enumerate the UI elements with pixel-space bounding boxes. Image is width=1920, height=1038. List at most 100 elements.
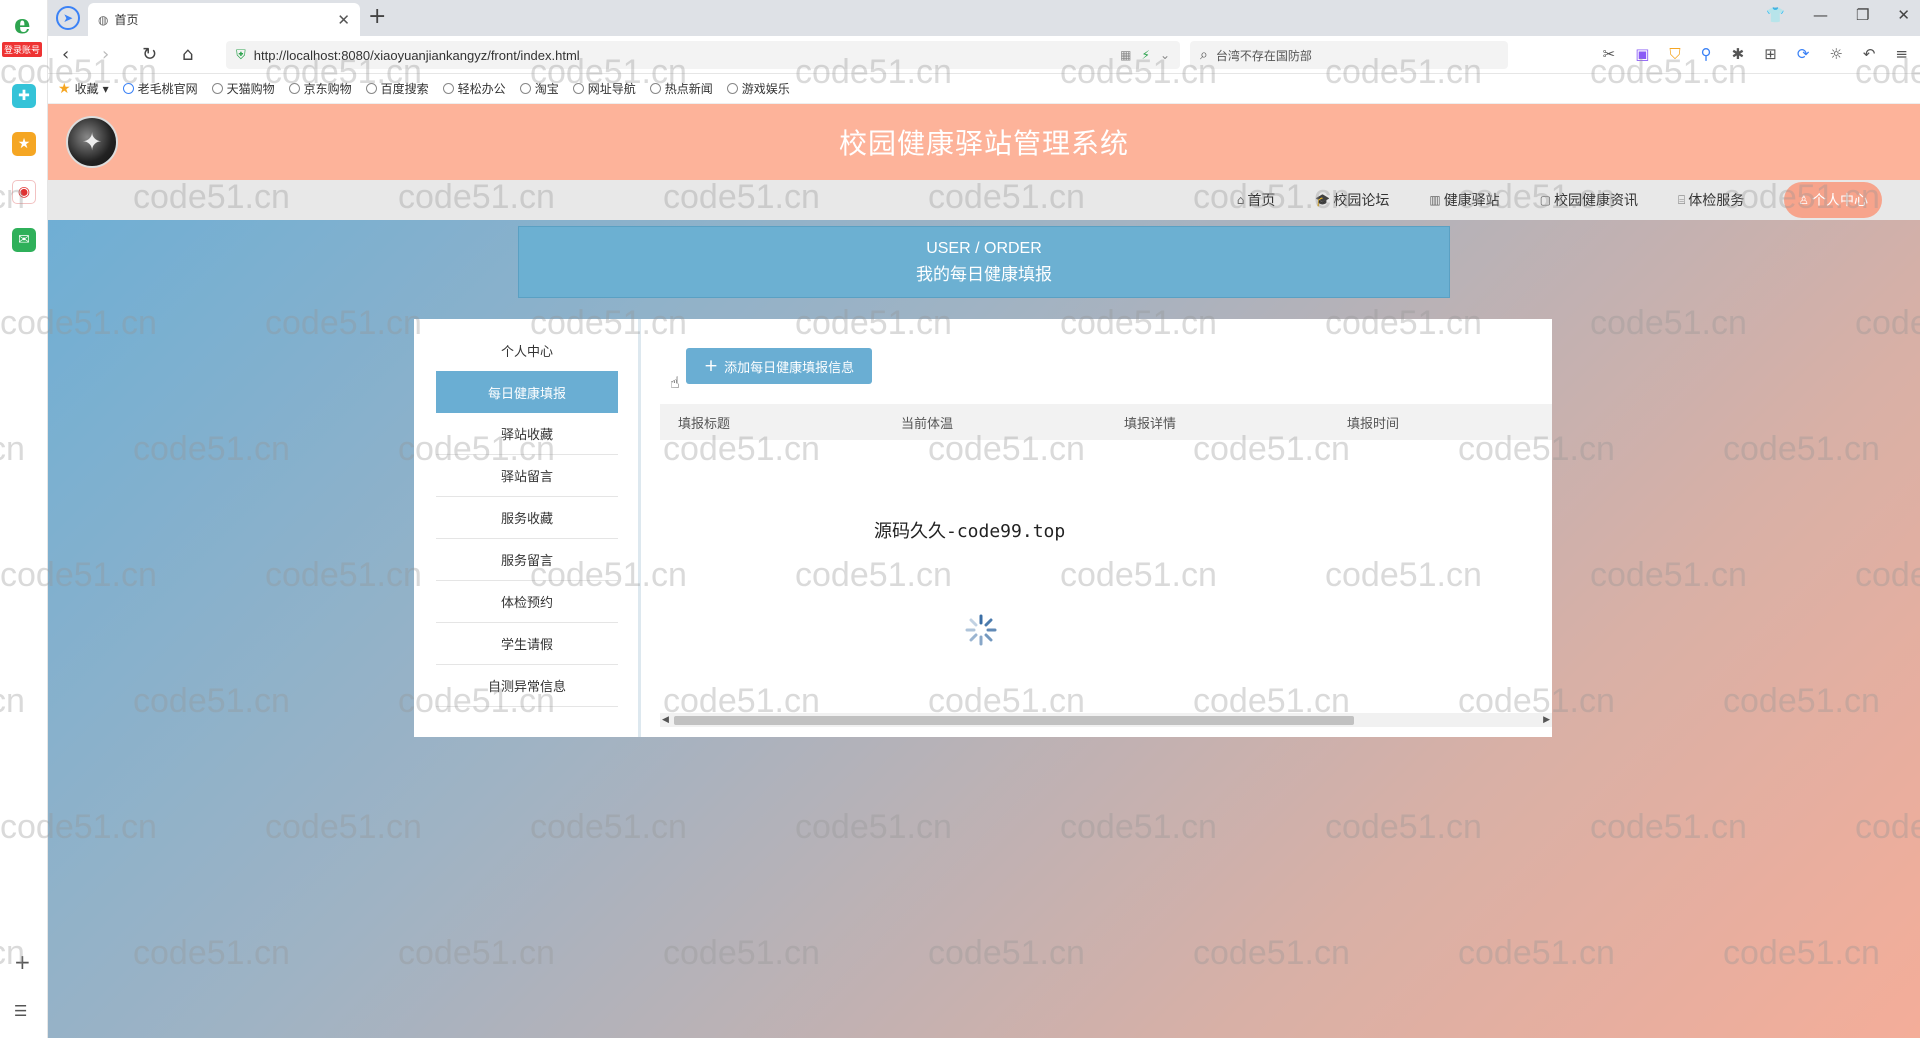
plus-app-icon[interactable]: ✚ [12, 84, 36, 108]
nav-label: 健康驿站 [1443, 193, 1500, 209]
restore-icon[interactable]: ❐ [1856, 6, 1869, 24]
sync-icon[interactable]: ⟳ [1797, 45, 1810, 63]
loading-spinner-icon [965, 614, 997, 646]
site-icon [288, 83, 300, 94]
search-icon: ⌕ [1200, 47, 1208, 63]
bookmark-item[interactable]: 热点新闻 [649, 80, 713, 97]
login-badge[interactable]: 登录账号 [2, 42, 43, 57]
nav-health-news[interactable]: ▢ 校园健康资讯 [1540, 190, 1638, 210]
bookmark-item[interactable]: 轻松办公 [442, 80, 506, 97]
horizontal-scrollbar[interactable]: ◀ ▶ [660, 713, 1552, 727]
nav-forum[interactable]: 🎓 校园论坛 [1315, 190, 1389, 210]
translate-icon[interactable]: ▣ [1635, 45, 1649, 63]
menu-student-leave[interactable]: 学生请假 [436, 623, 618, 665]
dropdown-chevron-icon[interactable]: ⌄ [1160, 48, 1170, 62]
navigation-icon[interactable]: ➤ [56, 6, 80, 30]
mail-icon[interactable]: ✉ [12, 228, 36, 252]
bookmark-item[interactable]: 游戏娱乐 [726, 80, 790, 97]
nav-home[interactable]: ⌂ 首页 [1237, 190, 1276, 210]
favorites-star-icon[interactable]: ★ [12, 132, 36, 156]
forward-icon[interactable]: › [102, 44, 109, 65]
nav-label: 首页 [1247, 193, 1276, 209]
add-icon[interactable]: + [14, 950, 31, 974]
scroll-right-icon[interactable]: ▶ [1543, 713, 1550, 727]
menu-personal-center[interactable]: 个人中心 [436, 329, 618, 371]
brightness-icon[interactable]: ☼ [1829, 45, 1842, 63]
tab-home[interactable]: ◍ 首页 ✕ [88, 3, 360, 36]
bookmark-label: 天猫购物 [226, 82, 275, 96]
new-tab-icon[interactable]: + [368, 4, 386, 29]
browser-logo[interactable]: e 登录账号 [2, 10, 44, 57]
web-page: 校园健康驿站管理系统 ✦ ⌂ 首页 🎓 校园论坛 ▥ 健康驿站 ▢ 校园健康资讯 ⌸ 体检… [48, 104, 1920, 1038]
lightning-icon[interactable]: ⚡ [1142, 48, 1150, 62]
shield-icon[interactable]: ⛉ [1669, 45, 1680, 63]
nav-label: 校园论坛 [1333, 193, 1390, 209]
close-tab-icon[interactable]: ✕ [337, 11, 350, 29]
bookmark-item[interactable]: 网址导航 [572, 80, 636, 97]
breadcrumb-en: USER / ORDER [926, 239, 1042, 257]
column-header: 当前体温 [901, 416, 954, 432]
bookmark-label: 淘宝 [534, 82, 559, 96]
hand-cursor-icon: ☝ [670, 373, 680, 392]
bookmark-item[interactable]: 老毛桃官网 [122, 80, 198, 97]
extensions-icon[interactable]: ✱ [1732, 45, 1745, 63]
globe-icon: ◍ [98, 12, 109, 27]
home-icon: ⌂ [1236, 193, 1245, 207]
search-field[interactable]: ⌕ 台湾不存在国防部 [1190, 41, 1508, 69]
nav-label: 校园健康资讯 [1554, 193, 1639, 209]
bookmark-item[interactable]: 淘宝 [519, 80, 559, 97]
bookmark-item[interactable]: 京东购物 [288, 80, 352, 97]
site-logo[interactable]: ✦ [66, 116, 118, 168]
overlay-text: 源码久久-code99.top [874, 521, 1066, 542]
bookmarks-bar: ★ 收藏 ▾ 老毛桃官网 天猫购物 京东购物 百度搜索 轻松办公 淘宝 网址导航 … [48, 74, 1920, 104]
menu-icon[interactable]: ≡ [1895, 45, 1908, 63]
news-icon: ▢ [1539, 193, 1552, 207]
menu-service-favorites[interactable]: 服务收藏 [436, 497, 618, 539]
close-window-icon[interactable]: ✕ [1897, 6, 1910, 24]
bookmark-label: 收藏 [74, 82, 99, 96]
bookmark-favorites[interactable]: ★ 收藏 ▾ [58, 80, 109, 97]
secure-shield-icon: ⛨ [236, 47, 246, 63]
site-icon [122, 83, 134, 94]
menu-list-icon[interactable]: ☰ [14, 1002, 27, 1020]
column-header: 填报标题 [678, 416, 731, 432]
page-title: 我的每日健康填报 [916, 264, 1052, 285]
window-controls: 👕 — ❐ ✕ [1766, 6, 1910, 24]
weibo-icon[interactable]: ◉ [12, 180, 36, 204]
qr-icon[interactable]: ▦ [1120, 48, 1131, 62]
main-panel: 个人中心 每日健康填报 驿站收藏 驿站留言 服务收藏 服务留言 体检预约 学生请… [414, 319, 1552, 737]
menu-self-test-abnormal[interactable]: 自测异常信息 [436, 665, 618, 707]
minimize-icon[interactable]: — [1813, 6, 1828, 24]
menu-station-favorites[interactable]: 驿站收藏 [436, 413, 618, 455]
url-field[interactable]: ⛨ http://localhost:8080/xiaoyuanjiankang… [226, 41, 1180, 69]
nav-health-station[interactable]: ▥ 健康驿站 [1429, 190, 1499, 210]
scissors-icon[interactable]: ✂ [1603, 45, 1616, 63]
site-icon [649, 83, 661, 94]
scroll-thumb[interactable] [674, 716, 1354, 725]
bookmark-label: 老毛桃官网 [137, 82, 198, 96]
nav-personal-center[interactable]: ♙ 个人中心 [1784, 182, 1882, 218]
scroll-left-icon[interactable]: ◀ [662, 713, 669, 727]
browser-e-icon: e [14, 10, 31, 40]
menu-checkup-booking[interactable]: 体检预约 [436, 581, 618, 623]
undo-icon[interactable]: ↶ [1863, 45, 1876, 63]
skin-icon[interactable]: 👕 [1766, 6, 1785, 24]
nav-label: 体检服务 [1688, 193, 1745, 209]
bookmark-item[interactable]: 百度搜索 [365, 80, 429, 97]
menu-daily-health-report[interactable]: 每日健康填报 [436, 371, 618, 413]
column-header: 填报时间 [1347, 416, 1400, 432]
search-placeholder: 台湾不存在国防部 [1215, 48, 1312, 63]
back-icon[interactable]: ‹ [62, 44, 69, 65]
magnifier-icon[interactable]: ⚲ [1701, 45, 1712, 63]
menu-service-messages[interactable]: 服务留言 [436, 539, 618, 581]
reload-icon[interactable]: ↻ [142, 44, 157, 65]
table-header: 填报标题 当前体温 填报详情 填报时间 [660, 404, 1552, 440]
url-text[interactable]: http://localhost:8080/xiaoyuanjiankangyz… [254, 48, 1110, 63]
menu-station-messages[interactable]: 驿站留言 [436, 455, 618, 497]
add-health-report-button[interactable]: + 添加每日健康填报信息 [686, 348, 872, 384]
bookmark-label: 京东购物 [303, 82, 352, 96]
grid-icon[interactable]: ⊞ [1764, 45, 1777, 63]
bookmark-item[interactable]: 天猫购物 [211, 80, 275, 97]
home-icon[interactable]: ⌂ [182, 44, 193, 65]
nav-checkup-service[interactable]: ⌸ 体检服务 [1678, 190, 1744, 210]
